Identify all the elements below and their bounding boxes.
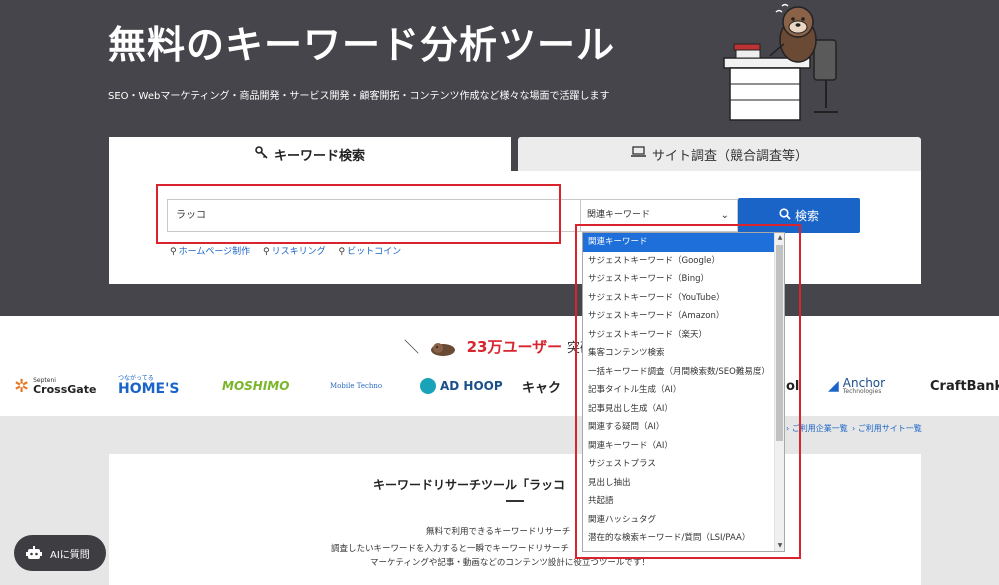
logo-kyaku-label: キャク — [522, 380, 562, 396]
key-icon — [255, 145, 268, 163]
logo-craftbank: CraftBank — [930, 374, 999, 398]
page-title: 無料のキーワード分析ツール — [108, 23, 616, 67]
logo-homes: つながってる HOME'S — [118, 374, 179, 398]
keyword-search-input[interactable]: ラッコ — [167, 199, 581, 232]
suggested-keyword-label: ホームページ制作 — [178, 247, 251, 257]
dropdown-option[interactable]: サジェストキーワード（YouTube） — [583, 289, 784, 308]
search-icon: ⚲ — [263, 247, 270, 257]
suggested-keyword-label: ビットコイン — [347, 247, 402, 257]
tab-site-research-label: サイト調査（競合調査等） — [651, 148, 808, 164]
dropdown-options: 関連キーワード サジェストキーワード（Google） サジェストキーワード（Bing… — [583, 233, 784, 548]
search-mode-select[interactable]: 関連キーワード ⌄ — [581, 199, 738, 232]
tab-keyword-search[interactable]: キーワード検索 — [109, 137, 511, 171]
search-button-label: 検索 — [794, 209, 819, 223]
tab-keyword-search-label: キーワード検索 — [273, 148, 365, 164]
dropdown-option[interactable]: 共起語 — [583, 492, 784, 511]
asterisk-icon: ✲ — [14, 375, 30, 397]
dropdown-option[interactable]: 記事見出し生成（AI） — [583, 400, 784, 419]
circle-icon — [420, 378, 436, 394]
user-count: 23万ユーザー — [466, 338, 563, 356]
hero-subtitle: SEO・Webマーケティング・商品開発・サービス開発・顧客開拓・コンテンツ作成な… — [108, 91, 610, 102]
dropdown-option[interactable]: 関連キーワード — [583, 233, 784, 252]
search-mode-value: 関連キーワード — [587, 210, 651, 220]
about-title: キーワードリサーチツール「ラッコ — [373, 478, 566, 492]
about-text-line: マーケティングや記事・動画などのコンテンツ設計に役立つツールです！ — [370, 558, 650, 568]
search-icon — [779, 208, 791, 223]
robot-icon — [26, 546, 42, 559]
search-icon: ⚲ — [338, 247, 346, 257]
logo-adhoop-label: AD HOOP — [440, 379, 503, 393]
banner-prefix: ＼ — [404, 338, 420, 356]
link-companies-label: ご利用企業一覧 — [791, 424, 848, 433]
suggested-keyword-label: リスキリング — [271, 247, 326, 257]
logo-adhoop: AD HOOP — [420, 374, 503, 398]
about-text-line: 調査したいキーワードを入力すると一瞬でキーワードリサーチ — [331, 544, 570, 554]
link-companies[interactable]: › ご利用企業一覧 — [786, 423, 848, 434]
otter-icon — [430, 342, 455, 356]
dropdown-option[interactable]: 集客コンテンツ検索 — [583, 344, 784, 363]
dropdown-option[interactable]: サジェストプラス — [583, 455, 784, 474]
dropdown-option[interactable]: サジェストキーワード（Bing） — [583, 270, 784, 289]
logo-partial-label: ol — [786, 378, 800, 394]
logo-homes-label: HOME'S — [118, 381, 180, 397]
logo-moshimo-label: MOSHIMO — [222, 379, 290, 393]
dropdown-option[interactable]: 関連する疑問（AI） — [583, 418, 784, 437]
logo-anchor-sublabel: Technologies — [842, 388, 882, 395]
suggested-keywords: ⚲ ホームページ制作 ⚲ リスキリング ⚲ ビットコイン — [170, 244, 411, 257]
logo-partial: ol — [786, 374, 799, 398]
dropdown-option[interactable]: 見出し抽出 — [583, 474, 784, 493]
search-mode-dropdown[interactable]: 関連キーワード サジェストキーワード（Google） サジェストキーワード（Bing… — [582, 232, 785, 552]
ai-question-label: AIに質問 — [50, 549, 90, 561]
scroll-up-icon[interactable]: ▲ — [775, 233, 784, 243]
dropdown-option[interactable]: サジェストキーワード（Amazon） — [583, 307, 784, 326]
logo-crossgate-label: CrossGate — [33, 382, 97, 396]
dropdown-option[interactable]: 潜在的な検索キーワード/質問（LSI/PAA） — [583, 529, 784, 548]
anchor-mark-icon: ◢ — [828, 378, 839, 394]
logo-kyaku: キャク — [522, 374, 561, 398]
logo-craftbank-label: CraftBank — [930, 378, 999, 394]
scroll-down-icon[interactable]: ▼ — [775, 541, 784, 551]
user-count-banner: ＼ 23万ユーザー 突破 — [404, 336, 593, 357]
logo-anchor: ◢ Anchor Technologies — [828, 374, 885, 398]
logo-moshimo: MOSHIMO — [222, 374, 289, 398]
suggested-keyword-link[interactable]: ⚲ リスキリング — [263, 247, 326, 257]
logo-mobile-techno-label: Mobile Techno — [330, 382, 383, 390]
dropdown-option[interactable]: サジェストキーワード（楽天） — [583, 326, 784, 345]
dropdown-option[interactable]: サジェストキーワード（Google） — [583, 252, 784, 271]
suggested-keyword-link[interactable]: ⚲ ホームページ制作 — [170, 247, 250, 257]
dropdown-option[interactable]: 関連ハッシュタグ — [583, 511, 784, 530]
search-icon: ⚲ — [170, 247, 177, 257]
logo-crossgate: ✲ Septeni CrossGate — [14, 374, 96, 398]
about-text-line: 無料で利用できるキーワードリサーチ — [426, 527, 571, 537]
tab-site-research[interactable]: サイト調査（競合調査等） — [518, 137, 921, 171]
dropdown-option[interactable]: 関連キーワード（AI） — [583, 437, 784, 456]
dropdown-option[interactable]: 一括キーワード調査（月間検索数/SEO難易度） — [583, 363, 784, 382]
suggested-keyword-link[interactable]: ⚲ ビットコイン — [339, 247, 402, 257]
ai-question-button[interactable]: AIに質問 — [14, 535, 106, 571]
dropdown-scrollbar[interactable]: ▲ ▼ — [774, 233, 784, 551]
dropdown-option[interactable]: 記事タイトル生成（AI） — [583, 381, 784, 400]
laptop-icon — [630, 146, 646, 162]
link-sites[interactable]: › ご利用サイト一覧 — [852, 423, 922, 434]
search-button[interactable]: 検索 — [738, 198, 860, 233]
logo-mobile-techno: Mobile Techno — [330, 374, 382, 398]
otter-mascot-illustration — [723, 3, 838, 121]
title-divider — [506, 500, 524, 502]
scrollbar-thumb[interactable] — [776, 245, 783, 441]
chevron-down-icon: ⌄ — [720, 210, 729, 221]
link-sites-label: ご利用サイト一覧 — [857, 424, 922, 433]
